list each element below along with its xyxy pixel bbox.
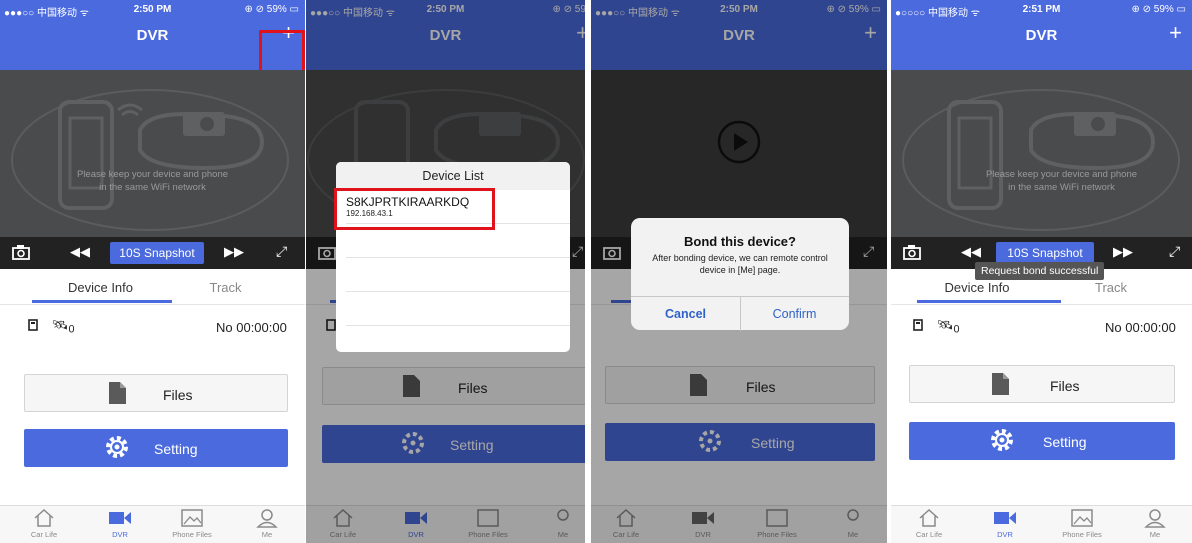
rewind-button[interactable]: ◀◀ [70, 244, 90, 260]
wifi-hint: Please keep your device and phone in the… [76, 169, 229, 193]
battery-indicator: ⊕ ⊘ 59% ▭ [1131, 4, 1186, 15]
rewind-button[interactable]: ◀◀ [961, 244, 981, 260]
device-list-title: Device List [336, 162, 570, 190]
battery-indicator: ⊕ ⊘ 59% ▭ [244, 4, 299, 15]
tab-dvr[interactable]: DVR [975, 508, 1035, 539]
bond-dialog-message: After bonding device, we can remote cont… [652, 253, 828, 275]
bond-dialog-title: Bond this device? [684, 234, 796, 249]
setting-label: Setting [1043, 434, 1087, 450]
setting-button[interactable]: Setting [24, 429, 288, 467]
camera-icon[interactable] [903, 245, 921, 260]
nav-bar: DVR + [891, 18, 1192, 70]
tab-device-info[interactable]: Device Info [927, 280, 1027, 295]
info-tabs: Device Info Track [0, 269, 305, 305]
list-item [346, 258, 570, 292]
toast-message: Request bond successful [975, 262, 1105, 280]
status-bar: ●●●○○ 中国移动 ᯤ 2:50 PM ⊕ ⊘ 59% ▭ [0, 0, 305, 19]
setting-button[interactable]: Setting [909, 422, 1175, 460]
tab-track[interactable]: Track [1061, 280, 1161, 295]
sd-card-icon [28, 319, 38, 331]
bottom-tab-bar: Car Life DVR Phone Files Me [0, 505, 305, 543]
tab-car-life[interactable]: Car Life [899, 508, 959, 539]
device-info-row: 🛰0 No 00:00:00 [891, 313, 1192, 339]
tab-phone-files[interactable]: Phone Files [162, 508, 222, 539]
tab-device-info[interactable]: Device Info [38, 280, 163, 295]
files-label: Files [163, 387, 193, 403]
tab-phone-files[interactable]: Phone Files [1052, 508, 1112, 539]
camera-icon[interactable] [12, 245, 30, 260]
user-icon [1144, 509, 1166, 528]
list-item [346, 292, 570, 326]
video-camera-icon [109, 512, 131, 524]
files-button[interactable]: Files [24, 374, 288, 412]
forward-button[interactable]: ▶▶ [224, 244, 244, 260]
tab-me[interactable]: Me [237, 508, 297, 539]
bond-dialog: Bond this device? After bonding device, … [631, 218, 849, 331]
device-info-row: 🛰0 No 00:00:00 [0, 313, 305, 339]
home-icon [919, 508, 939, 527]
confirm-button[interactable]: Confirm [740, 307, 849, 321]
recording-time: No 00:00:00 [1105, 320, 1176, 335]
bond-dialog-actions: Cancel Confirm [631, 296, 849, 331]
cancel-button[interactable]: Cancel [631, 307, 740, 321]
bottom-tab-bar: Car Life DVR Phone Files Me [891, 505, 1192, 543]
file-icon [109, 382, 126, 404]
screen-device-list: ●●●○○ 中国移动 ᯤ 2:50 PM ⊕ ⊘ 59% ▭ DVR + ⤢ F… [306, 0, 585, 543]
files-button[interactable]: Files [909, 365, 1175, 403]
image-icon [1071, 509, 1093, 527]
fullscreen-button[interactable]: ⤢ [1169, 243, 1180, 260]
screen-dvr-home: ●●●○○ 中国移动 ᯤ 2:50 PM ⊕ ⊘ 59% ▭ DVR + Ple… [0, 0, 305, 543]
recording-time: No 00:00:00 [216, 320, 287, 335]
tab-indicator [917, 300, 1061, 303]
tab-indicator [32, 300, 172, 303]
forward-button[interactable]: ▶▶ [1113, 244, 1133, 260]
gear-icon [106, 436, 128, 458]
gear-icon [991, 429, 1013, 451]
setting-label: Setting [154, 441, 198, 457]
sd-card-icon [913, 319, 923, 331]
tab-track[interactable]: Track [173, 280, 278, 295]
wifi-hint: Please keep your device and phone in the… [985, 169, 1138, 193]
status-bar: ●○○○○ 中国移动 ᯤ 2:51 PM ⊕ ⊘ 59% ▭ [891, 0, 1192, 19]
satellite-icon: 🛰0 [937, 317, 960, 336]
video-camera-icon [994, 512, 1016, 524]
screen-bond-dialog: ●●●○○ 中国移动 ᯤ 2:50 PM ⊕ ⊘ 59% ▭ DVR + ⤢ F… [591, 0, 887, 543]
tab-me[interactable]: Me [1125, 508, 1185, 539]
highlight-box [334, 188, 495, 230]
page-title: DVR [1025, 27, 1058, 44]
file-icon [992, 373, 1009, 395]
image-icon [181, 509, 203, 527]
snapshot-button[interactable]: 10S Snapshot [110, 242, 204, 264]
files-label: Files [1050, 378, 1080, 394]
user-icon [256, 509, 278, 528]
screen-bond-success: ●○○○○ 中国移动 ᯤ 2:51 PM ⊕ ⊘ 59% ▭ DVR + Ple… [891, 0, 1192, 543]
tab-car-life[interactable]: Car Life [14, 508, 74, 539]
video-controls: ◀◀ 10S Snapshot ▶▶ ⤢ [0, 237, 305, 269]
fullscreen-button[interactable]: ⤢ [276, 243, 287, 260]
tab-dvr[interactable]: DVR [90, 508, 150, 539]
home-icon [34, 508, 54, 527]
add-device-button[interactable]: + [1169, 20, 1182, 46]
satellite-icon: 🛰0 [52, 317, 75, 336]
snapshot-button[interactable]: 10S Snapshot [996, 242, 1094, 264]
